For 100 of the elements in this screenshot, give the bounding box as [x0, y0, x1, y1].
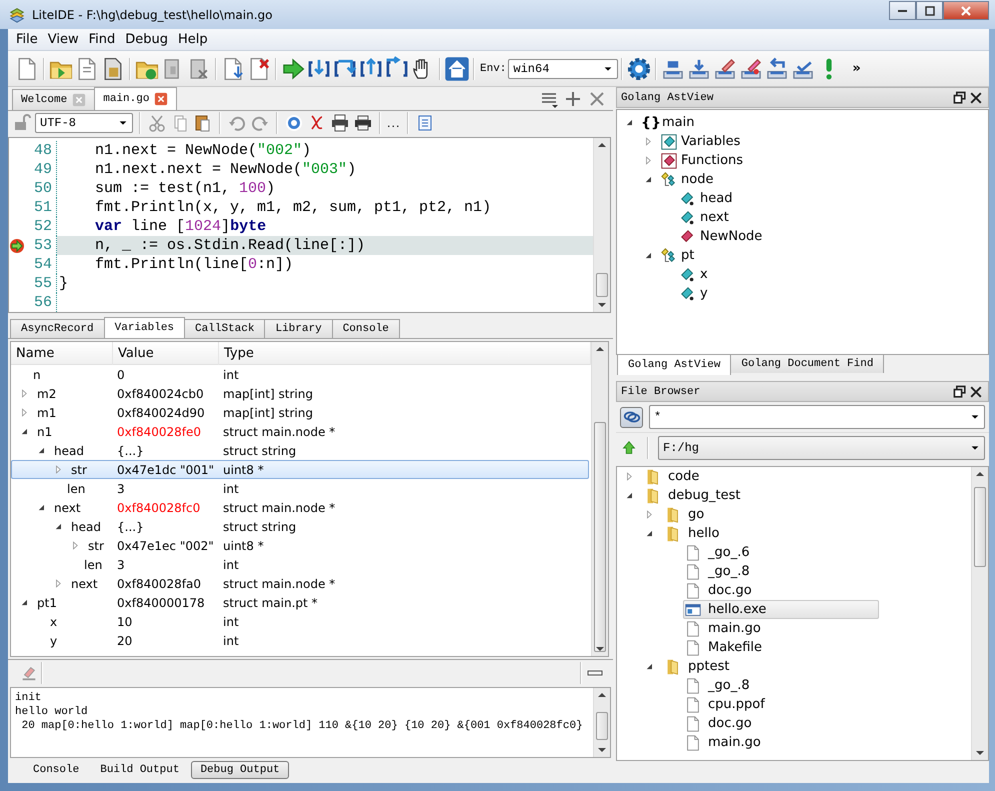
- table-cell-text: struct string: [222, 520, 298, 534]
- encoding-combo[interactable]: UTF-8: [35, 113, 133, 133]
- tab[interactable]: Build Output: [91, 761, 188, 780]
- output-line: hello world: [15, 704, 89, 719]
- menu-item[interactable]: File: [11, 32, 43, 47]
- tree-item[interactable]: main: [659, 115, 698, 130]
- tree-row[interactable]: debug_test: [643, 486, 746, 505]
- tree-item[interactable]: head: [697, 191, 736, 206]
- line-number: 48: [34, 142, 52, 159]
- tab[interactable]: Variables: [104, 317, 186, 338]
- table-row[interactable]: y 20 int: [11, 631, 589, 650]
- table-cell-text: int: [222, 482, 240, 496]
- env-combo[interactable]: win64: [508, 58, 618, 78]
- tree-item[interactable]: next: [697, 210, 732, 225]
- table-cell-text: map[int] string: [222, 406, 314, 420]
- table-row[interactable]: next 0xf840028fa0 struct main.node *: [11, 574, 589, 593]
- menu-item[interactable]: View: [42, 32, 84, 47]
- table-row[interactable]: head {...} struct string: [11, 441, 589, 460]
- tree-row[interactable]: hello.exe: [683, 600, 879, 619]
- table-row[interactable]: n 0 int: [11, 365, 589, 384]
- table-row[interactable]: len 3 int: [11, 479, 589, 498]
- table-cell-text: {...}: [116, 444, 145, 458]
- tab[interactable]: Debug Output: [191, 761, 289, 780]
- tab[interactable]: Library: [264, 319, 333, 338]
- tree-item[interactable]: Variables: [678, 134, 744, 149]
- tree-row[interactable]: main.go: [683, 733, 767, 752]
- panel-title: File Browser: [621, 386, 702, 398]
- line-number: 54: [34, 256, 52, 273]
- tree-row[interactable]: doc.go: [683, 581, 758, 600]
- table-row[interactable]: n1 0xf840028fe0 struct main.node *: [11, 422, 589, 441]
- tree-row[interactable]: doc.go: [683, 714, 758, 733]
- table-cell-text: str: [70, 462, 88, 476]
- table-cell-text: next: [70, 576, 99, 590]
- tree-row[interactable]: hello: [663, 524, 726, 543]
- line-number: 53: [34, 237, 52, 254]
- table-cell-text: {...}: [116, 520, 145, 534]
- tab[interactable]: Welcome: [12, 89, 96, 110]
- table-cell-text: 0xf840024d90: [116, 406, 206, 420]
- tree-item[interactable]: y: [697, 286, 711, 301]
- tab[interactable]: AsyncRecord: [10, 319, 105, 338]
- tree-row[interactable]: code: [643, 467, 706, 486]
- table-cell-text: 0xf840028fc0: [116, 500, 202, 514]
- tree-row[interactable]: _go_.8: [683, 676, 756, 695]
- tree-row[interactable]: go: [663, 505, 710, 524]
- table-cell-text: struct main.node *: [222, 424, 336, 438]
- tab[interactable]: Golang AstView: [617, 355, 732, 375]
- table-row[interactable]: next 0xf840028fc0 struct main.node *: [11, 498, 589, 517]
- table-cell-text: struct main.pt *: [222, 596, 319, 610]
- table-cell-text: len: [83, 558, 104, 572]
- code-line: }: [58, 274, 70, 293]
- tree-item[interactable]: x: [697, 267, 711, 282]
- tree-row[interactable]: pptest: [663, 657, 736, 676]
- table-row[interactable]: m2 0xf840024cb0 map[int] string: [11, 384, 589, 403]
- menu-item[interactable]: Help: [173, 32, 213, 47]
- path-combo[interactable]: F:/hg: [658, 436, 985, 460]
- overflow-chevron[interactable]: »: [852, 61, 861, 76]
- entry-label: _go_.8: [706, 564, 751, 579]
- tree-item[interactable]: Functions: [678, 153, 746, 168]
- code-line: n1.next = NewNode("002"): [94, 141, 312, 160]
- table-row[interactable]: str 0x47e1ec "002" uint8 *: [11, 536, 589, 555]
- menu-item[interactable]: Debug: [120, 32, 174, 47]
- table-cell-text: struct main.node *: [222, 500, 336, 514]
- table-cell-text: m1: [36, 406, 58, 420]
- table-row[interactable]: pt1 0xf840000178 struct main.pt *: [11, 593, 589, 612]
- filter-combo[interactable]: *: [649, 405, 985, 429]
- tree-row[interactable]: _go_.6: [683, 543, 756, 562]
- column-header[interactable]: Value: [113, 342, 219, 364]
- tree-item[interactable]: pt: [678, 248, 698, 263]
- tree-item[interactable]: NewNode: [697, 229, 766, 244]
- table-cell-text: int: [222, 614, 240, 628]
- entry-label: hello.exe: [707, 602, 768, 617]
- tab[interactable]: main.go: [94, 87, 178, 110]
- table-cell-text: 0xf840000178: [116, 596, 206, 610]
- entry-label: go: [687, 507, 706, 522]
- tree-row[interactable]: cpu.ppof: [683, 695, 771, 714]
- tab[interactable]: Console: [24, 761, 88, 780]
- output-line: 20 map[0:hello 1:world] map[0:hello 1:world] 110 &{10 20} {10 20} &{001 0xf840028fc0}: [20, 718, 584, 733]
- entry-label: code: [667, 469, 700, 484]
- table-cell-text: 0x47e1dc "001": [116, 462, 215, 476]
- table-row[interactable]: len 3 int: [11, 555, 589, 574]
- table-row[interactable]: str 0x47e1dc "001" uint8 *: [11, 460, 589, 479]
- tab[interactable]: Golang Document Find: [730, 355, 884, 373]
- entry-label: _go_.8: [706, 678, 751, 693]
- table-cell-text: n: [32, 368, 42, 382]
- tab[interactable]: Console: [332, 319, 400, 338]
- table-cell-text: struct main.node *: [222, 576, 336, 590]
- table-row[interactable]: head {...} struct string: [11, 517, 589, 536]
- more-button[interactable]: ...: [387, 116, 400, 130]
- column-header[interactable]: Name: [11, 342, 113, 364]
- menu-item[interactable]: Find: [84, 32, 120, 47]
- table-cell-text: head: [70, 520, 102, 534]
- table-row[interactable]: x 10 int: [11, 612, 589, 631]
- table-cell-text: 0xf840024cb0: [116, 386, 205, 400]
- tree-item[interactable]: node: [678, 172, 716, 187]
- code-line: fmt.Println(line[0:n]): [94, 255, 294, 274]
- tree-row[interactable]: _go_.8: [683, 562, 756, 581]
- tree-row[interactable]: Makefile: [683, 638, 768, 657]
- tree-row[interactable]: main.go: [683, 619, 767, 638]
- tab[interactable]: CallStack: [184, 319, 266, 338]
- table-row[interactable]: m1 0xf840024d90 map[int] string: [11, 403, 589, 422]
